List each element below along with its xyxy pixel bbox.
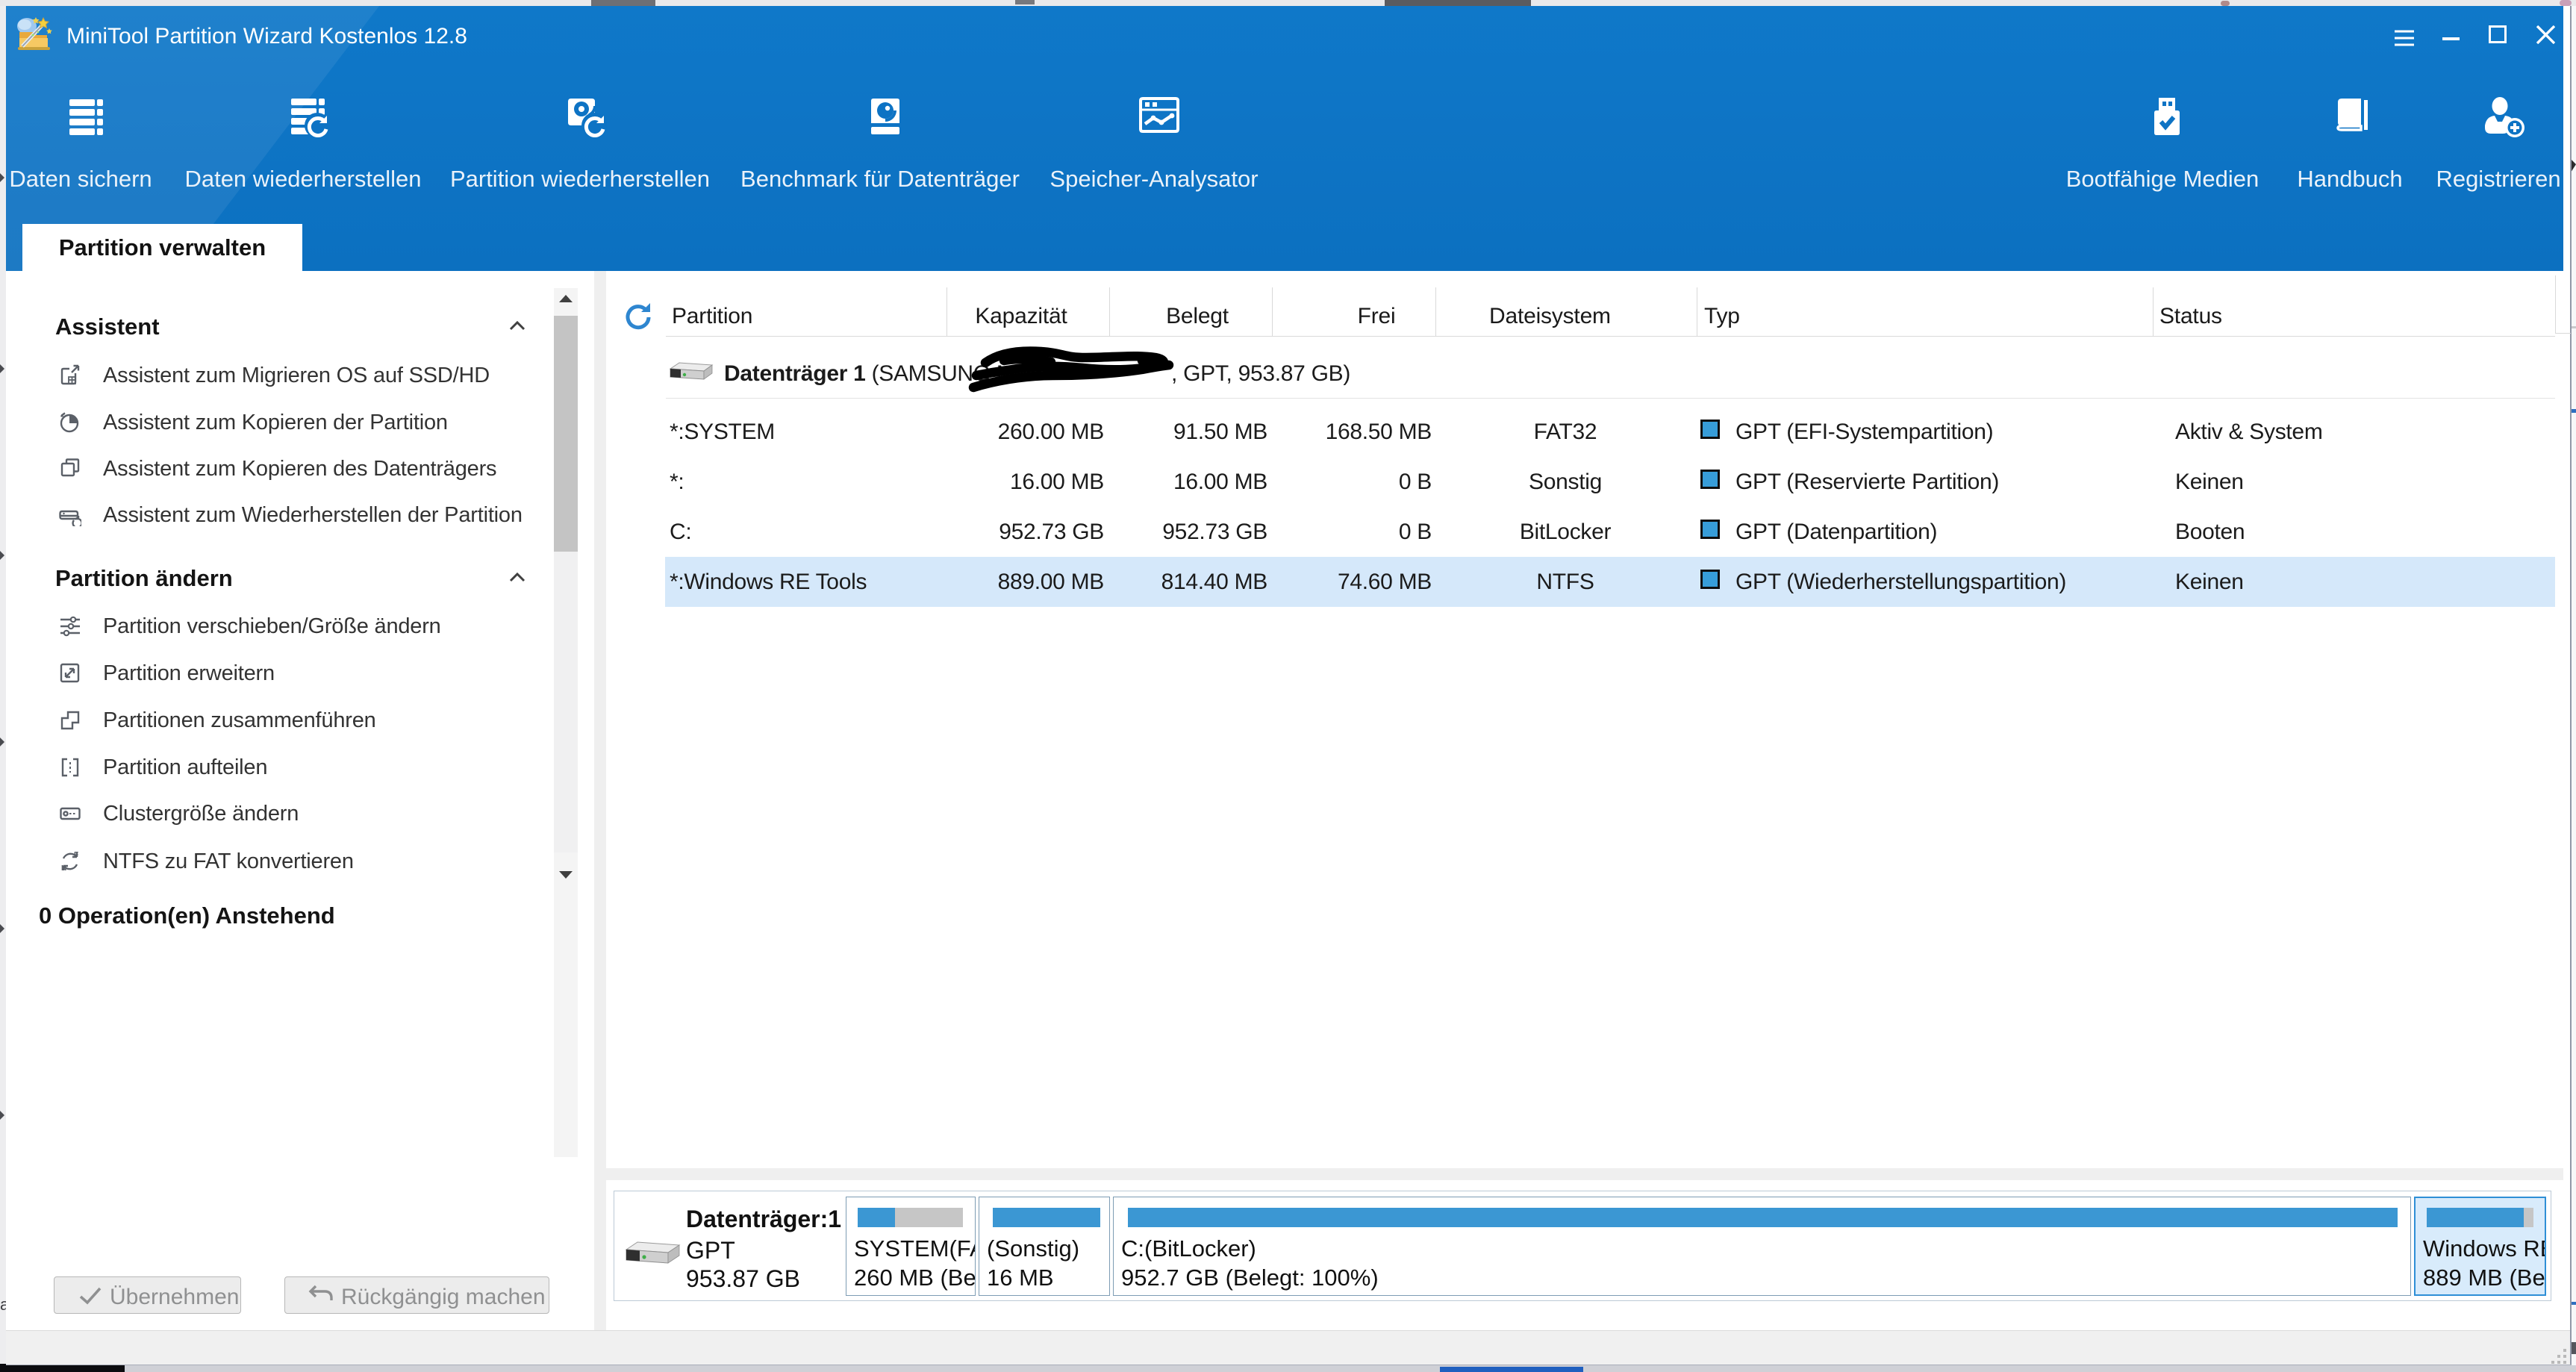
svg-text:F: F <box>74 851 78 859</box>
svg-text:N: N <box>61 864 66 873</box>
